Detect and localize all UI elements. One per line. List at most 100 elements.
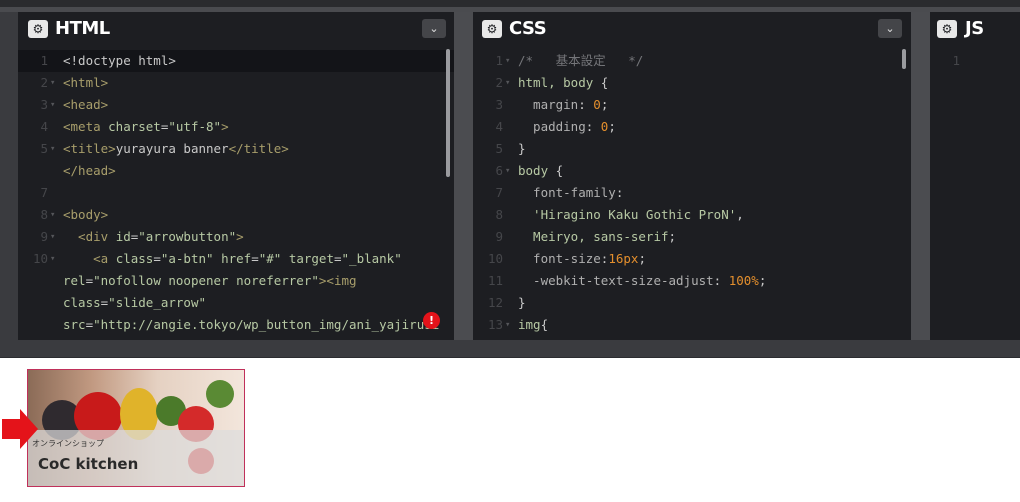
code-text: <div id="arrowbutton"> [63,226,244,248]
line-number: 13 [487,317,503,332]
css-code-line[interactable]: 7 font-family: [473,182,911,204]
html-code-line[interactable]: </head> [18,160,454,182]
line-number: 6 [495,163,503,178]
html-editor-scrollbar[interactable] [446,49,450,177]
code-token: "#" [258,251,289,266]
code-text: } [518,292,526,314]
fold-toggle-icon[interactable]: ▾ [505,314,510,336]
left-edge [0,12,18,340]
css-collapse-chevron-icon[interactable]: ⌄ [878,19,902,38]
html-collapse-chevron-icon[interactable]: ⌄ [422,19,446,38]
html-code-line[interactable]: 3 ▾ <head> [18,94,454,116]
code-token: , [736,207,744,222]
css-code-line[interactable]: 2 ▾ html, body { [473,72,911,94]
fold-toggle-icon[interactable]: ▾ [505,72,510,94]
code-text: font-size:16px; [518,248,646,270]
html-settings-gear-icon[interactable]: ⚙ [28,20,48,38]
html-code-line[interactable]: 10 ▾ <a class="a-btn" href="#" target="_b… [18,248,454,270]
html-code-line[interactable]: 2 ▾ <html> [18,72,454,94]
css-code-line[interactable]: 6 ▾ body { [473,160,911,182]
banner-link[interactable]: オンラインショップ CoC kitchen [27,369,245,487]
slide-arrow-icon[interactable] [2,409,38,449]
js-settings-gear-icon[interactable]: ⚙ [937,20,957,38]
html-code-line[interactable]: 4 <meta charset="utf-8"> [18,116,454,138]
line-number: 1 [952,53,960,68]
line-number: 9 [495,229,503,244]
css-code-line[interactable]: 5} [473,138,911,160]
code-token: = [333,251,342,266]
js-panel-title: JS [965,18,984,39]
css-panel-title: CSS [509,18,547,39]
code-token: = [153,251,161,266]
code-token: = [85,317,94,332]
html-code-line[interactable]: class="slide_arrow" [18,292,454,314]
css-code-editor[interactable]: 1 ▾/* 基本設定 */2 ▾ html, body {3 margin: 0; 4 … [473,50,911,340]
html-code-line[interactable]: 5 ▾ <title>yurayura banner</title> [18,138,454,160]
code-token: margin [518,97,579,112]
code-text: font-family: [518,182,623,204]
js-code-line[interactable]: 1 [930,50,1020,72]
fold-toggle-icon[interactable]: ▾ [50,248,55,270]
code-token: = [85,273,94,288]
js-code-editor[interactable]: 1 [930,50,1020,340]
panel-divider-1[interactable] [454,12,473,340]
css-code-line[interactable]: 4 padding: 0; [473,116,911,138]
code-token: } [518,141,526,156]
panel-divider-2[interactable] [911,12,930,340]
css-code-line[interactable]: 8 'Hiragino Kaku Gothic ProN', [473,204,911,226]
css-code-line[interactable]: 1 ▾ /* 基本設定 */ [473,50,911,72]
code-text: <!doctype html> [63,50,176,72]
fold-toggle-icon[interactable]: ▾ [50,138,55,160]
fold-toggle-icon[interactable]: ▾ [505,160,510,182]
code-text: src="http://angie.tokyo/wp_button_img/an… [63,314,439,336]
code-token: target [288,251,334,266]
fold-toggle-icon[interactable]: ▾ [50,226,55,248]
css-code-line[interactable]: 12} [473,292,911,314]
html-code-line[interactable]: 9 ▾ <div id="arrowbutton"> [18,226,454,248]
code-token: : [578,97,594,112]
preview-resize-handle[interactable] [0,340,1020,357]
code-token: </title> [228,141,289,156]
css-code-line[interactable]: 11 -webkit-text-size-adjust: 100%; [473,270,911,292]
code-token: html, body [518,75,594,90]
html-warning-icon[interactable]: ! [423,312,440,329]
code-text: class="slide_arrow" [63,292,206,314]
fold-toggle-icon[interactable]: ▾ [50,204,55,226]
css-code-line[interactable]: 13 ▾ img{ [473,314,911,336]
banner-shop-label: オンラインショップ [32,439,104,448]
line-number: 1 [40,53,48,68]
fold-toggle-icon[interactable]: ▾ [50,72,55,94]
fold-toggle-icon[interactable]: ▾ [505,50,510,72]
code-text: html, body { [518,72,608,94]
code-text: padding: 0; [518,116,616,138]
css-code-line[interactable]: 10 font-size:16px; [473,248,911,270]
code-text: 'Hiragino Kaku Gothic ProN', [518,204,744,226]
css-code-line[interactable]: 3 margin: 0; [473,94,911,116]
line-number: 8 [495,207,503,222]
line-number: 10 [487,251,503,266]
js-editor-panel: ⚙ JS 1 [930,12,1020,340]
code-token: ; [600,97,609,112]
html-code-editor[interactable]: 1 <!doctype html> 2 ▾ <html> 3 ▾ <head> 4 <meta c… [18,50,454,340]
code-token: : [615,185,624,200]
html-code-line[interactable]: 1 <!doctype html> [18,50,454,72]
code-text: img{ [518,314,548,336]
code-token: <title> [63,141,116,156]
html-code-line[interactable]: 8 ▾ <body> [18,204,454,226]
line-number: 9 [40,229,48,244]
css-editor-scrollbar[interactable] [902,49,906,69]
html-code-line[interactable]: src="http://angie.tokyo/wp_button_img/an… [18,314,454,336]
html-code-line[interactable]: rel="nofollow noopener noreferrer"><img [18,270,454,292]
line-number: 7 [40,185,48,200]
fold-toggle-icon[interactable]: ▾ [50,94,55,116]
code-token: <a [63,251,116,266]
code-token: -webkit-text-size-adjust [518,273,714,288]
code-token: src [63,317,86,332]
code-text: <title>yurayura banner</title> [63,138,289,160]
preview-pane: オンラインショップ CoC kitchen [0,358,1020,502]
line-number: 12 [487,295,503,310]
code-token: "a-btn" [160,251,222,266]
html-code-line[interactable]: 7 [18,182,454,204]
css-settings-gear-icon[interactable]: ⚙ [482,20,502,38]
css-code-line[interactable]: 9 Meiryo, sans-serif; [473,226,911,248]
